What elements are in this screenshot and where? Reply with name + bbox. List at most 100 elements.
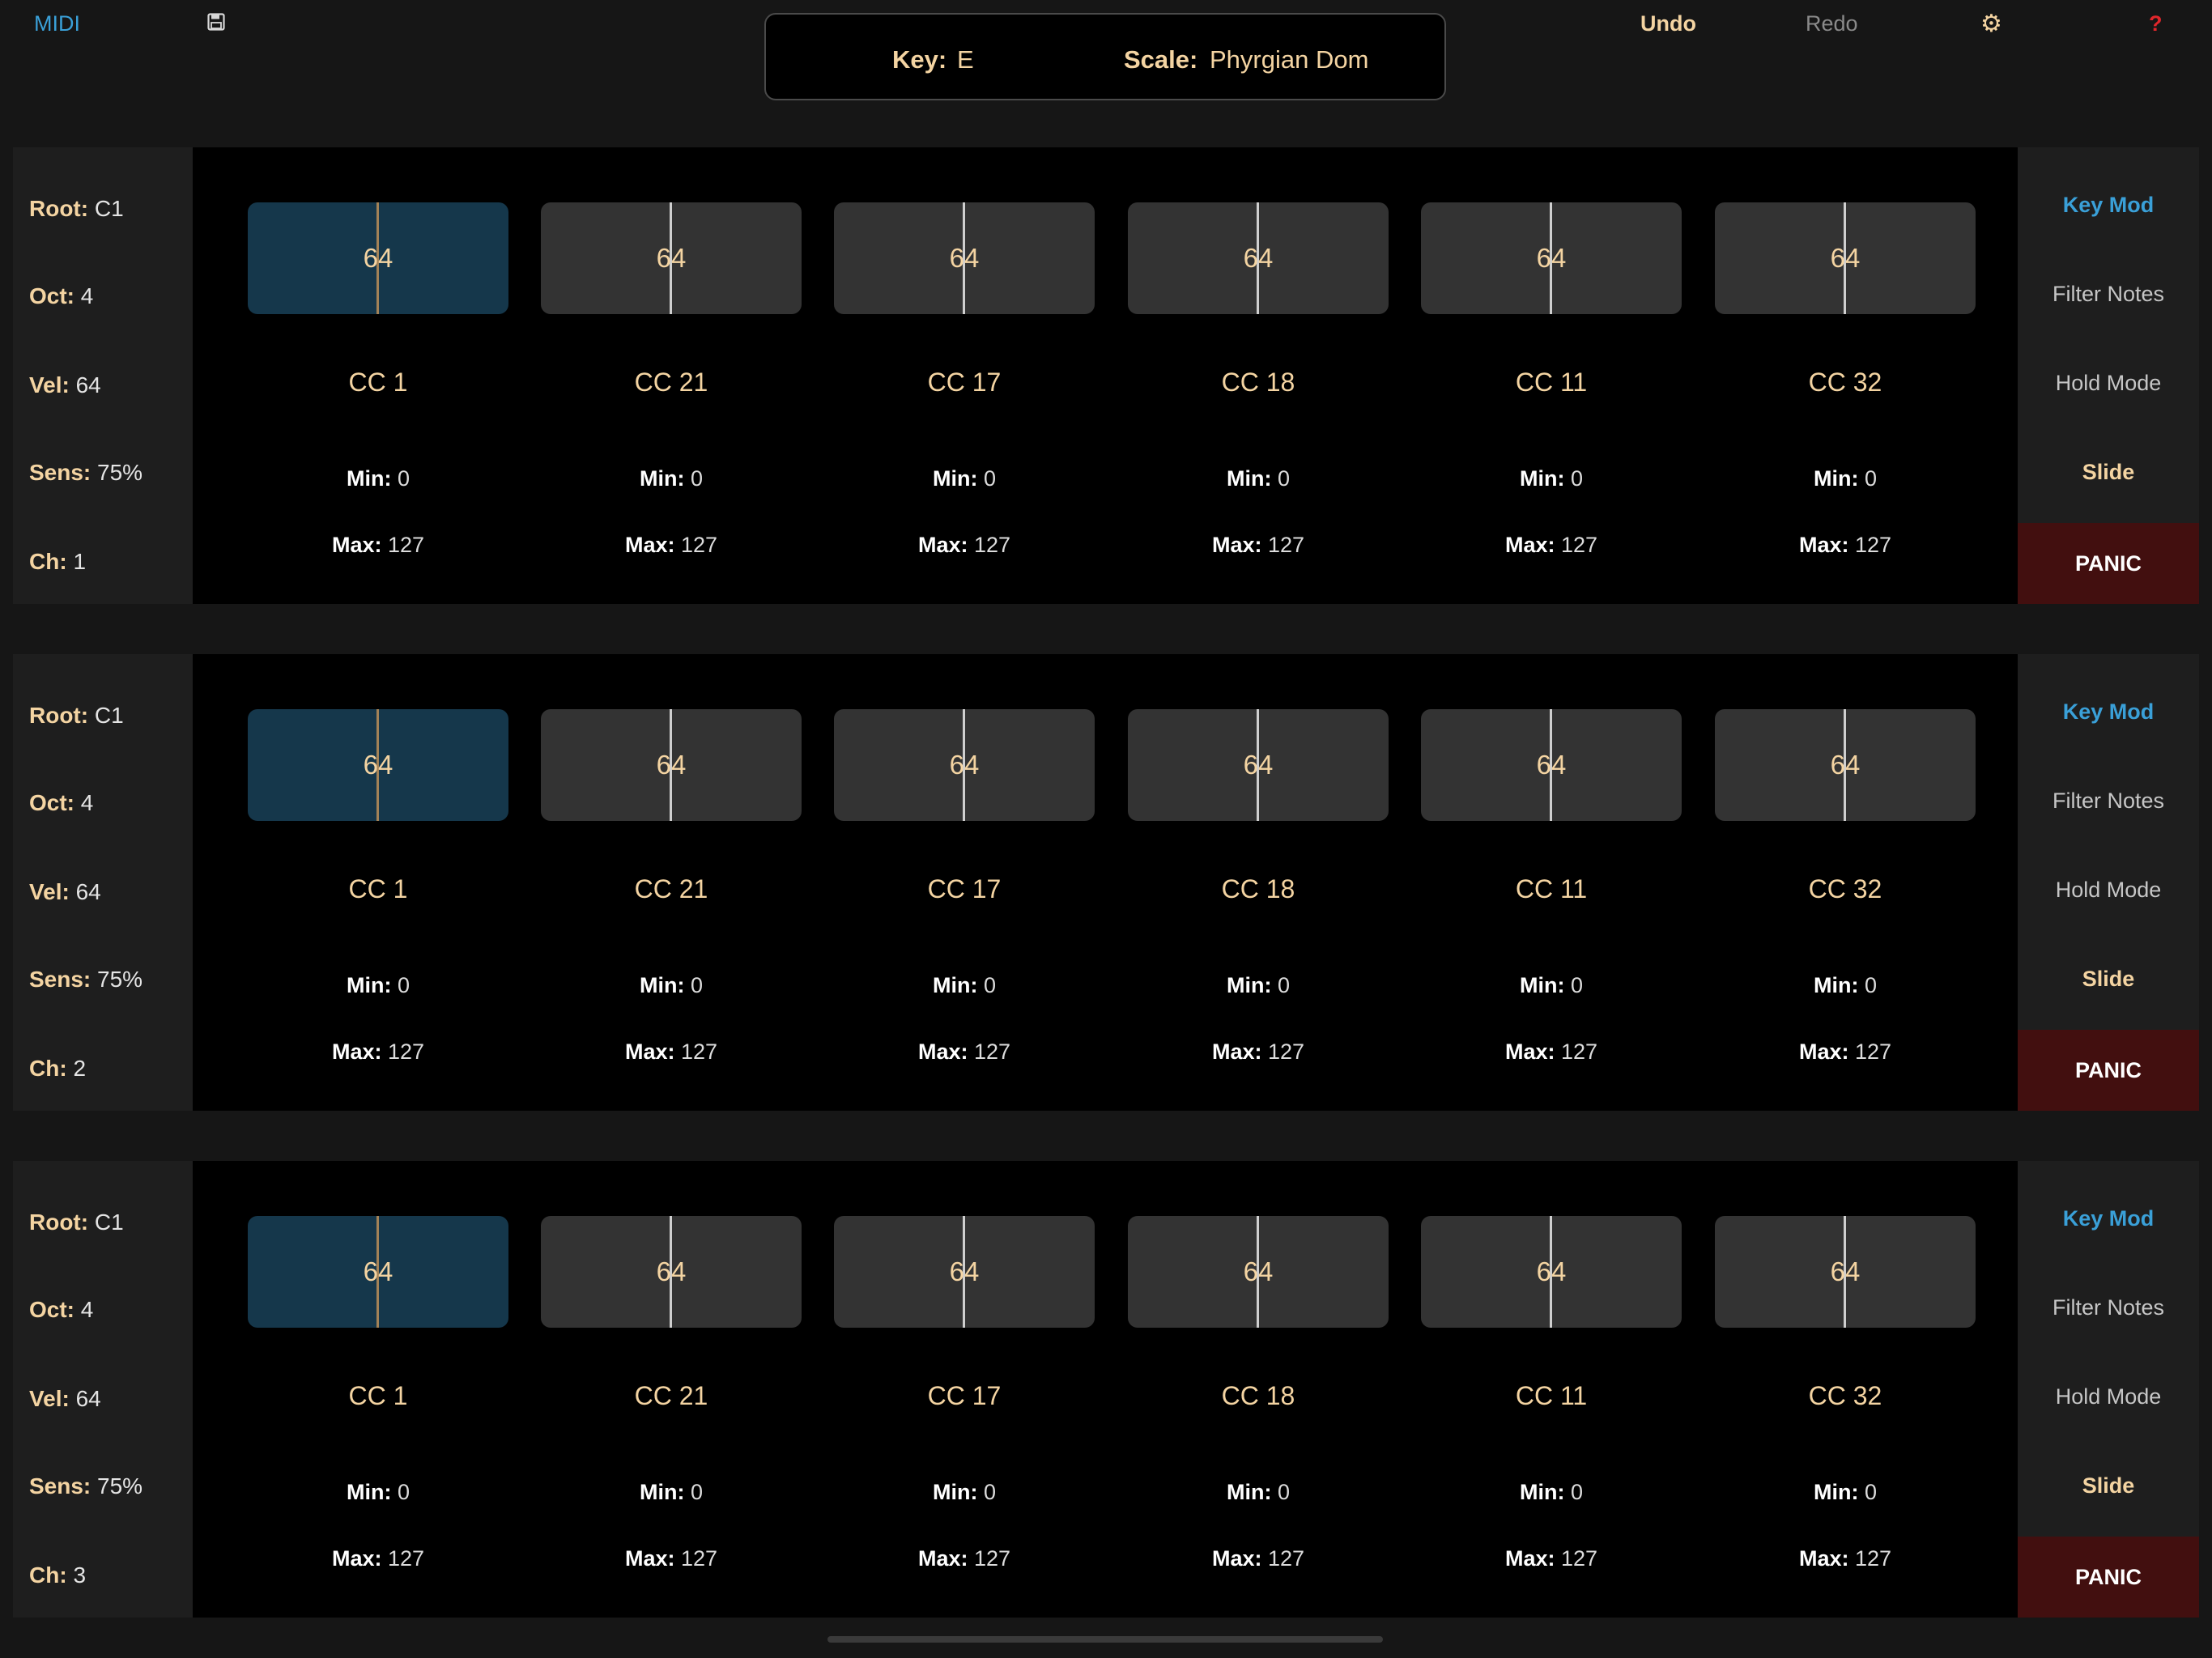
cc-max[interactable]: Max: 127 [248, 533, 508, 558]
cc-name[interactable]: CC 11 [1421, 874, 1682, 904]
filter-notes-button[interactable]: Filter Notes [2018, 789, 2199, 814]
oct-setting[interactable]: Oct: 4 [29, 790, 93, 816]
cc-name[interactable]: CC 1 [248, 874, 508, 904]
cc-value-slider[interactable]: 64 [1715, 709, 1976, 821]
cc-max[interactable]: Max: 127 [1128, 533, 1389, 558]
panic-button[interactable]: PANIC [2018, 1030, 2199, 1111]
sens-setting[interactable]: Sens: 75% [29, 460, 143, 486]
panic-button[interactable]: PANIC [2018, 523, 2199, 604]
cc-name[interactable]: CC 1 [248, 1381, 508, 1411]
slide-button[interactable]: Slide [2018, 1473, 2199, 1499]
cc-name[interactable]: CC 21 [541, 368, 802, 397]
cc-name[interactable]: CC 21 [541, 874, 802, 904]
midi-settings-link[interactable]: MIDI [34, 11, 80, 36]
cc-value-slider[interactable]: 64 [541, 1216, 802, 1328]
cc-min[interactable]: Min: 0 [1421, 973, 1682, 998]
cc-name[interactable]: CC 18 [1128, 874, 1389, 904]
cc-max[interactable]: Max: 127 [1715, 1546, 1976, 1571]
cc-max[interactable]: Max: 127 [834, 533, 1095, 558]
oct-setting[interactable]: Oct: 4 [29, 1297, 93, 1323]
cc-name[interactable]: CC 32 [1715, 874, 1976, 904]
cc-min[interactable]: Min: 0 [834, 1480, 1095, 1505]
cc-value-slider[interactable]: 64 [248, 202, 508, 314]
cc-min[interactable]: Min: 0 [541, 1480, 802, 1505]
cc-min[interactable]: Min: 0 [834, 466, 1095, 491]
cc-value-slider[interactable]: 64 [541, 202, 802, 314]
cc-value-slider[interactable]: 64 [1421, 1216, 1682, 1328]
filter-notes-button[interactable]: Filter Notes [2018, 282, 2199, 307]
cc-value-slider[interactable]: 64 [1421, 709, 1682, 821]
cc-min[interactable]: Min: 0 [248, 466, 508, 491]
cc-name[interactable]: CC 1 [248, 368, 508, 397]
cc-min[interactable]: Min: 0 [1421, 466, 1682, 491]
cc-value-slider[interactable]: 64 [834, 202, 1095, 314]
cc-max[interactable]: Max: 127 [834, 1546, 1095, 1571]
cc-max[interactable]: Max: 127 [1715, 533, 1976, 558]
cc-min[interactable]: Min: 0 [1128, 973, 1389, 998]
root-setting[interactable]: Root: C1 [29, 1209, 124, 1235]
root-setting[interactable]: Root: C1 [29, 703, 124, 729]
cc-max[interactable]: Max: 127 [1128, 1039, 1389, 1065]
key-mod-button[interactable]: Key Mod [2018, 699, 2199, 725]
cc-max[interactable]: Max: 127 [248, 1546, 508, 1571]
cc-name[interactable]: CC 17 [834, 368, 1095, 397]
cc-max[interactable]: Max: 127 [541, 1039, 802, 1065]
undo-button[interactable]: Undo [1640, 11, 1696, 36]
cc-value-slider[interactable]: 64 [1128, 709, 1389, 821]
cc-max[interactable]: Max: 127 [1421, 1546, 1682, 1571]
cc-max[interactable]: Max: 127 [834, 1039, 1095, 1065]
cc-value-slider[interactable]: 64 [248, 1216, 508, 1328]
hold-mode-button[interactable]: Hold Mode [2018, 1384, 2199, 1409]
cc-name[interactable]: CC 32 [1715, 1381, 1976, 1411]
cc-max[interactable]: Max: 127 [1128, 1546, 1389, 1571]
gear-icon[interactable]: ⚙ [1980, 10, 2002, 38]
filter-notes-button[interactable]: Filter Notes [2018, 1295, 2199, 1320]
cc-name[interactable]: CC 17 [834, 874, 1095, 904]
cc-max[interactable]: Max: 127 [1715, 1039, 1976, 1065]
help-button[interactable]: ? [2149, 11, 2163, 36]
cc-value-slider[interactable]: 64 [1128, 1216, 1389, 1328]
key-mod-button[interactable]: Key Mod [2018, 193, 2199, 218]
hold-mode-button[interactable]: Hold Mode [2018, 878, 2199, 903]
cc-max[interactable]: Max: 127 [541, 1546, 802, 1571]
vel-setting[interactable]: Vel: 64 [29, 1386, 101, 1412]
cc-max[interactable]: Max: 127 [248, 1039, 508, 1065]
oct-setting[interactable]: Oct: 4 [29, 283, 93, 309]
redo-button[interactable]: Redo [1806, 11, 1858, 36]
root-setting[interactable]: Root: C1 [29, 196, 124, 222]
ch-setting[interactable]: Ch: 3 [29, 1562, 86, 1588]
cc-min[interactable]: Min: 0 [834, 973, 1095, 998]
slide-button[interactable]: Slide [2018, 460, 2199, 485]
cc-max[interactable]: Max: 127 [1421, 1039, 1682, 1065]
key-mod-button[interactable]: Key Mod [2018, 1206, 2199, 1231]
hold-mode-button[interactable]: Hold Mode [2018, 371, 2199, 396]
cc-min[interactable]: Min: 0 [1715, 973, 1976, 998]
cc-min[interactable]: Min: 0 [541, 466, 802, 491]
cc-min[interactable]: Min: 0 [1715, 466, 1976, 491]
key-value[interactable]: E [957, 45, 974, 74]
cc-min[interactable]: Min: 0 [1128, 466, 1389, 491]
cc-value-slider[interactable]: 64 [1715, 1216, 1976, 1328]
cc-min[interactable]: Min: 0 [541, 973, 802, 998]
cc-value-slider[interactable]: 64 [541, 709, 802, 821]
cc-min[interactable]: Min: 0 [248, 973, 508, 998]
cc-max[interactable]: Max: 127 [541, 533, 802, 558]
cc-name[interactable]: CC 17 [834, 1381, 1095, 1411]
cc-value-slider[interactable]: 64 [248, 709, 508, 821]
scale-value[interactable]: Phyrgian Dom [1210, 45, 1368, 74]
sens-setting[interactable]: Sens: 75% [29, 967, 143, 993]
vel-setting[interactable]: Vel: 64 [29, 879, 101, 905]
cc-name[interactable]: CC 21 [541, 1381, 802, 1411]
sens-setting[interactable]: Sens: 75% [29, 1473, 143, 1499]
cc-value-slider[interactable]: 64 [1421, 202, 1682, 314]
cc-name[interactable]: CC 11 [1421, 368, 1682, 397]
cc-min[interactable]: Min: 0 [248, 1480, 508, 1505]
cc-min[interactable]: Min: 0 [1128, 1480, 1389, 1505]
ch-setting[interactable]: Ch: 2 [29, 1056, 86, 1082]
cc-name[interactable]: CC 32 [1715, 368, 1976, 397]
cc-value-slider[interactable]: 64 [834, 1216, 1095, 1328]
key-scale-box[interactable]: Key: E Scale: Phyrgian Dom [764, 13, 1446, 100]
cc-min[interactable]: Min: 0 [1421, 1480, 1682, 1505]
cc-value-slider[interactable]: 64 [834, 709, 1095, 821]
ch-setting[interactable]: Ch: 1 [29, 549, 86, 575]
